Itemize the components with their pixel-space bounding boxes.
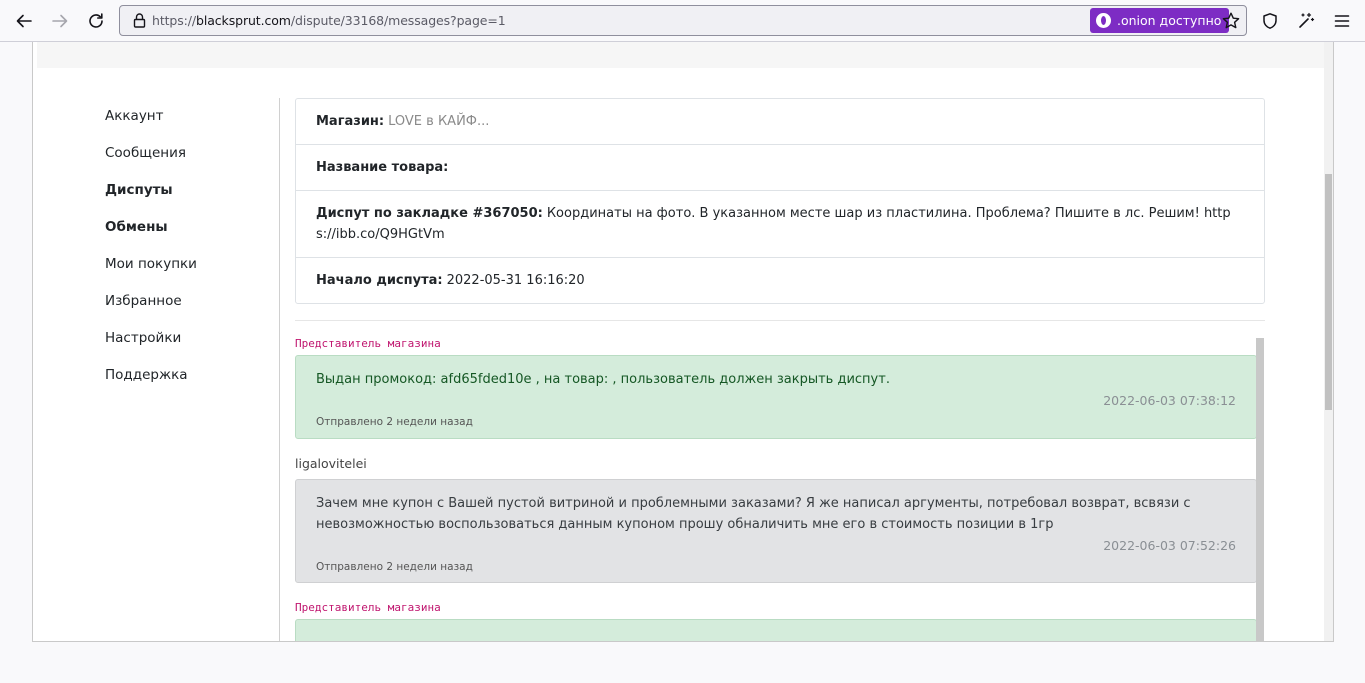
message-sent-ago: Отправлено 2 недели назад — [316, 561, 473, 573]
sidebar-item-purchases[interactable]: Мои покупки — [105, 254, 197, 291]
onion-available-button[interactable]: .onion доступно — [1090, 8, 1230, 33]
message: Представитель магазина Выдан промокод: a… — [295, 337, 1257, 439]
message-author: Представитель магазина — [295, 601, 441, 614]
lock-icon[interactable] — [131, 12, 148, 29]
message-author: ligalovitelei — [295, 456, 367, 471]
sidebar-item-disputes[interactable]: Диспуты — [105, 180, 197, 217]
page-content: Аккаунт Сообщения Диспуты Обмены Мои пок… — [32, 42, 1334, 642]
start-label: Начало диспута: — [316, 273, 443, 288]
url-text[interactable]: https://blacksprut.com/dispute/33168/mes… — [152, 13, 506, 28]
url-path: /dispute/33168/messages?page=1 — [290, 13, 506, 28]
browser-toolbar: https://blacksprut.com/dispute/33168/mes… — [0, 0, 1365, 42]
dispute-label: Диспут по закладке #367050: — [316, 206, 543, 221]
dispute-row: Диспут по закладке #367050: Координаты на… — [296, 191, 1264, 258]
url-host: blacksprut.com — [196, 13, 291, 28]
message-bubble: Выдан промокод: afd65fded10e , на товар:… — [295, 355, 1257, 439]
dispute-info-card: Магазин: LOVE в КАЙФ... Название товара:… — [295, 98, 1265, 304]
start-value: 2022-05-31 16:16:20 — [446, 273, 585, 288]
page-scrollbar-thumb[interactable] — [1325, 174, 1332, 410]
message-text: Зачем мне купон с Вашей пустой витриной … — [316, 496, 1191, 532]
sidebar-item-account[interactable]: Аккаунт — [105, 106, 197, 143]
shop-value[interactable]: LOVE в КАЙФ... — [388, 111, 489, 132]
message: Представитель магазина — [295, 601, 1257, 641]
sidebar-item-exchanges[interactable]: Обмены — [105, 217, 197, 254]
reload-button[interactable] — [83, 8, 109, 34]
start-row: Начало диспута: 2022-05-31 16:16:20 — [296, 258, 1264, 303]
product-row: Название товара: — [296, 145, 1264, 191]
sidebar-item-messages[interactable]: Сообщения — [105, 143, 197, 180]
url-prefix: https:// — [152, 13, 197, 28]
messages-list: Представитель магазина Выдан промокод: a… — [295, 337, 1257, 641]
sidebar-item-favorites[interactable]: Избранное — [105, 291, 197, 328]
message-text: Выдан промокод: afd65fded10e , на товар:… — [316, 372, 890, 387]
header-band — [37, 42, 1325, 68]
shop-row: Магазин: LOVE в КАЙФ... — [296, 99, 1264, 145]
back-arrow-icon — [16, 14, 32, 28]
forward-button[interactable] — [47, 8, 73, 34]
sidebar-item-settings[interactable]: Настройки — [105, 328, 197, 365]
message-time: 2022-06-03 07:38:12 — [1103, 393, 1236, 408]
forward-arrow-icon — [52, 14, 68, 28]
sidebar-divider — [279, 98, 280, 641]
back-button[interactable] — [11, 8, 37, 34]
sidebar-nav: Аккаунт Сообщения Диспуты Обмены Мои пок… — [105, 106, 197, 402]
magic-wand-icon — [1299, 12, 1315, 28]
message-bubble: Зачем мне купон с Вашей пустой витриной … — [295, 479, 1257, 583]
message: ligalovitelei Зачем мне купон с Вашей пу… — [295, 455, 1257, 583]
messages-scrollbar[interactable] — [1256, 338, 1264, 641]
reload-icon — [89, 13, 103, 28]
product-label: Название товара: — [316, 160, 449, 175]
section-divider — [295, 320, 1265, 321]
message-author: Представитель магазина — [295, 337, 441, 350]
extensions-button[interactable] — [1293, 8, 1319, 34]
onion-label: .onion доступно — [1117, 13, 1222, 28]
sidebar-item-support[interactable]: Поддержка — [105, 365, 197, 402]
shield-icon — [1263, 13, 1277, 29]
address-bar[interactable]: https://blacksprut.com/dispute/33168/mes… — [119, 5, 1247, 36]
message-sent-ago: Отправлено 2 недели назад — [316, 416, 473, 428]
onion-icon — [1096, 13, 1111, 28]
shield-button[interactable] — [1257, 8, 1283, 34]
shop-label: Магазин: — [316, 114, 385, 129]
bookmark-star-icon[interactable] — [1221, 11, 1241, 31]
hamburger-menu-icon — [1334, 15, 1350, 27]
menu-button[interactable] — [1329, 8, 1355, 34]
message-bubble — [295, 619, 1257, 641]
message-time: 2022-06-03 07:52:26 — [1103, 538, 1236, 553]
